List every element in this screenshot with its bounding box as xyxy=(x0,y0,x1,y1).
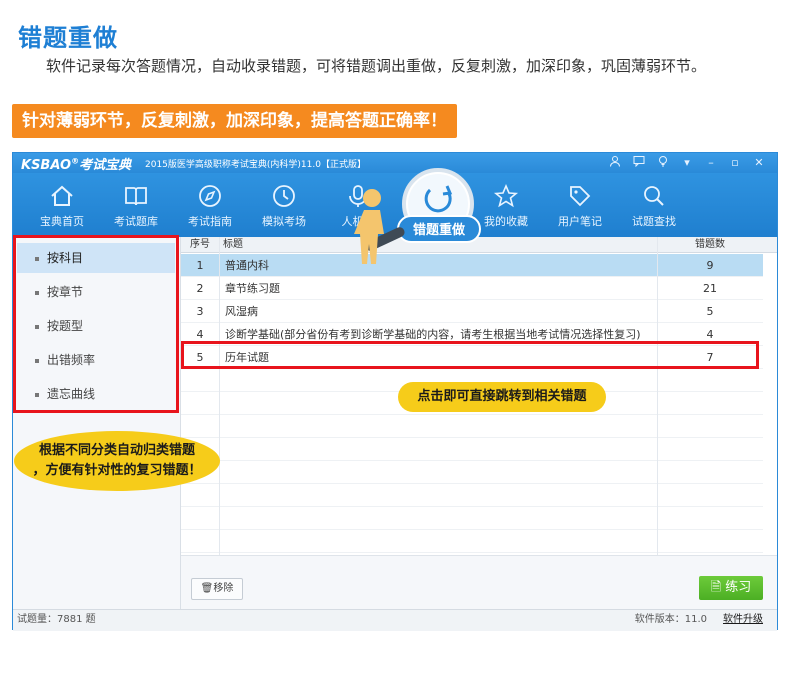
remove-button[interactable]: 🗑移除 xyxy=(191,578,243,600)
nav-exam-guide[interactable]: 考试指南 xyxy=(173,179,247,235)
category-sidebar: 按科目 按章节 按题型 出错频率 遗忘曲线 xyxy=(13,237,181,609)
app-logo: KSBAO®考试宝典 xyxy=(21,156,132,173)
nav-mock-exam[interactable]: 模拟考场 xyxy=(247,179,321,235)
user-icon[interactable] xyxy=(603,155,627,172)
table-row[interactable]: 5 历年试题 7 xyxy=(181,346,763,369)
table-row[interactable]: 2 章节练习题 21 xyxy=(181,277,763,300)
book-icon xyxy=(125,187,147,206)
sidebar-item-by-type[interactable]: 按题型 xyxy=(17,311,175,341)
table-row[interactable]: 4 诊断学基础(部分省份有考到诊断学基础的内容，请考生根据当地考试情况选择性复习… xyxy=(181,323,763,346)
clock-icon xyxy=(273,185,295,207)
nav-question-search[interactable]: 试题查找 xyxy=(617,179,691,235)
page-title: 错题重做 xyxy=(18,24,118,52)
bulb-icon[interactable] xyxy=(651,155,675,172)
sidebar-item-error-frequency[interactable]: 出错频率 xyxy=(17,345,175,375)
search-icon xyxy=(644,186,664,206)
nav-user-notes[interactable]: 用户笔记 xyxy=(543,179,617,235)
table-row[interactable]: 3 风湿病 5 xyxy=(181,300,763,323)
upgrade-link[interactable]: 软件升级 xyxy=(723,610,763,630)
close-icon[interactable]: ✕ xyxy=(747,155,771,172)
trash-icon: 🗑 xyxy=(200,583,214,594)
page-subtitle: 软件记录每次答题情况，自动收录错题，可将错题调出重做，反复刺激，加深印象，巩固薄… xyxy=(46,57,707,75)
mascot-magnifier: 错题重做 xyxy=(354,168,481,264)
question-count: 试题量：7881 题 xyxy=(17,614,96,625)
tag-icon xyxy=(570,186,591,207)
minimize-icon[interactable]: – xyxy=(699,155,723,172)
dropdown-icon[interactable]: ▾ xyxy=(675,155,699,172)
redo-label: 错题重做 xyxy=(413,222,465,238)
software-version: 软件版本：11.0 xyxy=(634,614,707,625)
compass-icon xyxy=(199,185,221,207)
star-icon xyxy=(493,183,519,208)
window-title: 2015版医学高级职称考试宝典(内科学)11.0【正式版】 xyxy=(145,160,366,170)
feature-banner: 针对薄弱环节，反复刺激，加深印象，提高答题正确率！ xyxy=(12,104,457,138)
col-header-count[interactable]: 错题数 xyxy=(657,237,763,253)
callout-jump: 点击即可直接跳转到相关错题 xyxy=(398,382,606,412)
sidebar-item-by-chapter[interactable]: 按章节 xyxy=(17,277,175,307)
home-icon xyxy=(51,185,73,206)
col-header-no[interactable]: 序号 xyxy=(181,237,219,253)
document-icon: 🗎 xyxy=(710,580,726,595)
sidebar-item-forgetting-curve[interactable]: 遗忘曲线 xyxy=(17,379,175,409)
action-bar: 🗑移除 🗎 练习 xyxy=(181,555,777,609)
window-controls: ▾ – ▫ ✕ xyxy=(603,155,771,172)
practice-button[interactable]: 🗎 练习 xyxy=(699,576,763,600)
status-bar: 试题量：7881 题 软件版本：11.0 软件升级 xyxy=(13,609,777,631)
nav-question-bank[interactable]: 考试题库 xyxy=(99,179,173,235)
sidebar-item-by-subject[interactable]: 按科目 xyxy=(17,243,175,273)
message-icon[interactable] xyxy=(627,155,651,172)
callout-categorize: 根据不同分类自动归类错题 ，方便有针对性的复习错题！ xyxy=(14,431,220,491)
restore-icon[interactable]: ▫ xyxy=(723,155,747,172)
nav-home[interactable]: 宝典首页 xyxy=(25,179,99,235)
